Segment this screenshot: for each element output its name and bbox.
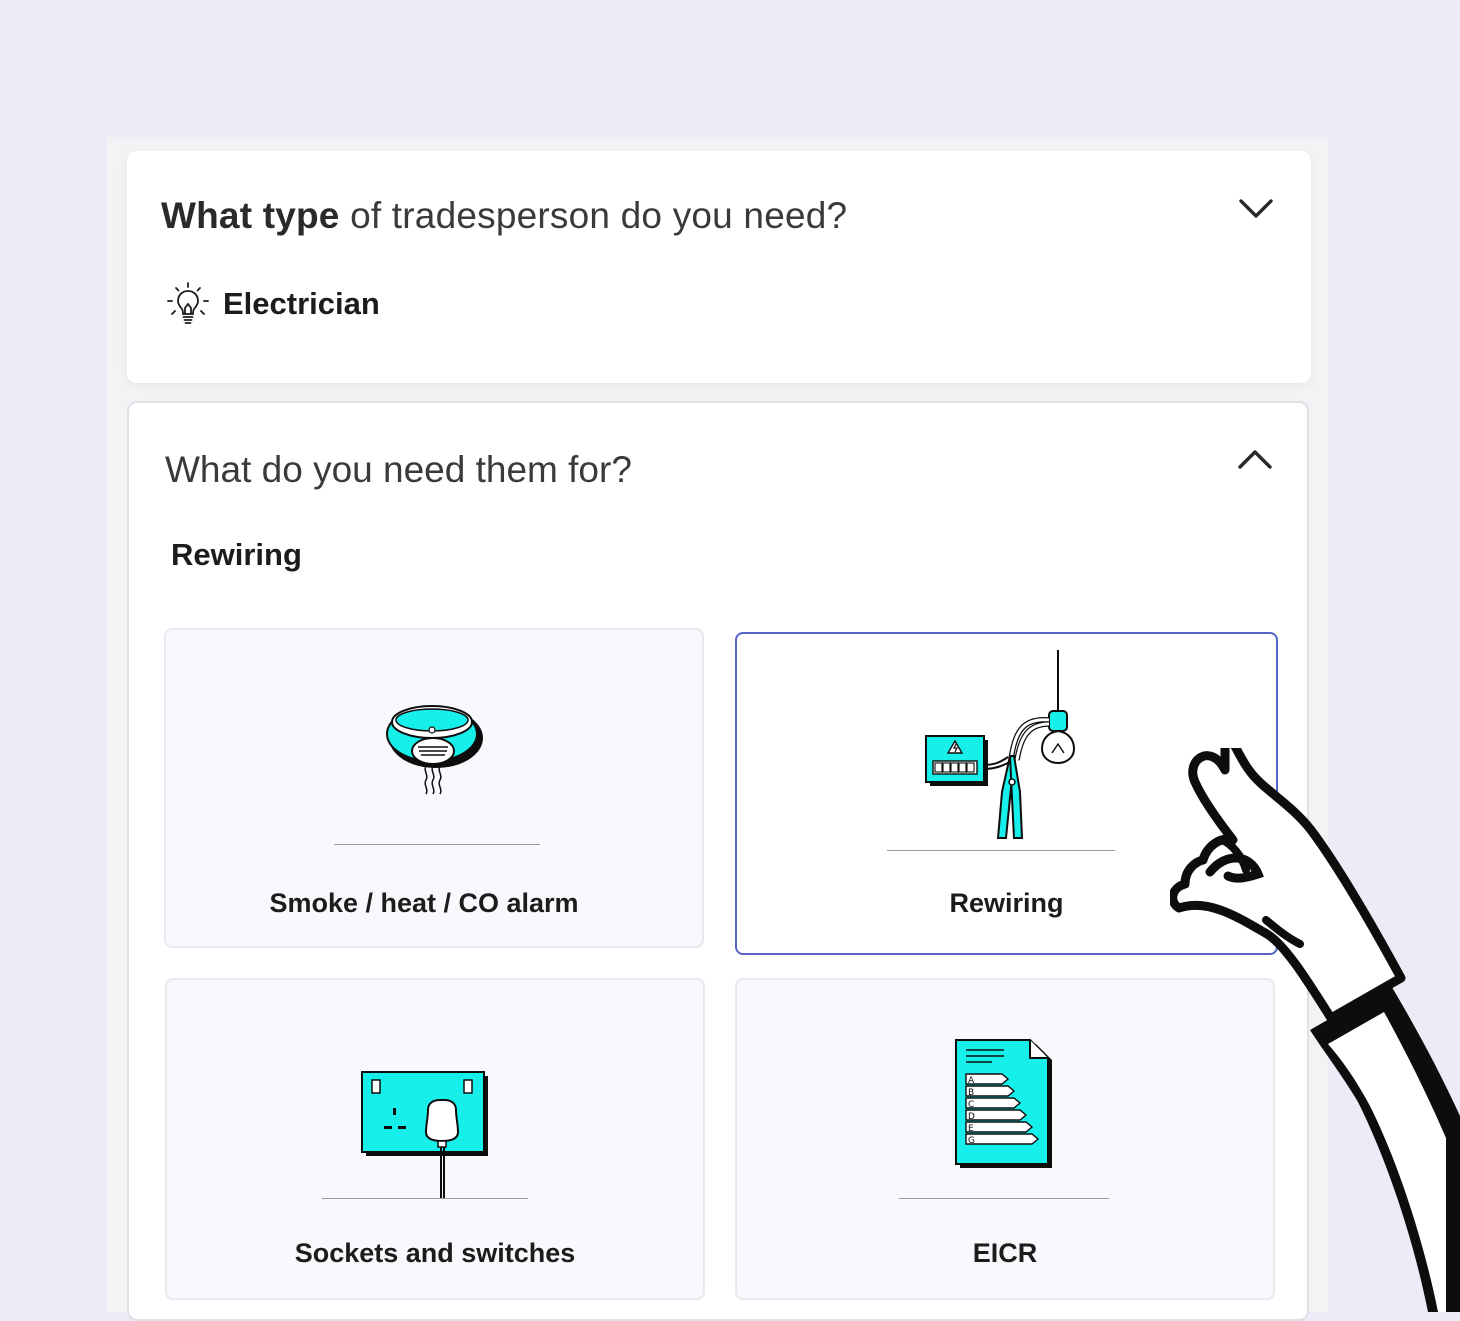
- rating-label: A: [968, 1076, 975, 1086]
- chevron-down-icon[interactable]: [1238, 191, 1274, 227]
- pointing-hand-illustration: [1170, 748, 1460, 1312]
- option-illustration: [167, 980, 703, 1210]
- option-label: Sockets and switches: [294, 1238, 576, 1268]
- trade-type-question: What type of tradesperson do you need?: [161, 195, 848, 236]
- option-label: Smoke / heat / CO alarm: [269, 888, 579, 918]
- rating-label: C: [968, 1100, 974, 1110]
- chevron-up-icon[interactable]: [1237, 441, 1273, 477]
- option-sockets-switches[interactable]: Sockets and switches: [165, 978, 705, 1300]
- rewiring-icon: [925, 650, 1076, 839]
- option-illustration: [166, 630, 702, 860]
- job-type-question: What do you need them for?: [165, 449, 632, 490]
- divider: [887, 850, 1115, 851]
- selected-job-type: Rewiring: [171, 537, 302, 572]
- divider: [322, 1198, 528, 1199]
- smoke-alarm-icon: [386, 705, 483, 795]
- rating-label: E: [968, 1124, 974, 1134]
- divider: [899, 1198, 1109, 1199]
- option-smoke-alarm[interactable]: Smoke / heat / CO alarm: [164, 628, 704, 948]
- rating-label: B: [968, 1088, 974, 1098]
- divider: [334, 844, 540, 845]
- socket-icon: [361, 1071, 488, 1198]
- selected-trade-label: Electrician: [223, 286, 380, 321]
- selected-trade: Electrician: [165, 279, 380, 329]
- trade-type-card[interactable]: What type of tradesperson do you need? E…: [127, 151, 1311, 383]
- eicr-document-icon: A B C D E G: [955, 1039, 1052, 1168]
- rating-label: G: [968, 1136, 975, 1146]
- rating-label: D: [968, 1112, 975, 1122]
- lightbulb-icon: [167, 282, 209, 324]
